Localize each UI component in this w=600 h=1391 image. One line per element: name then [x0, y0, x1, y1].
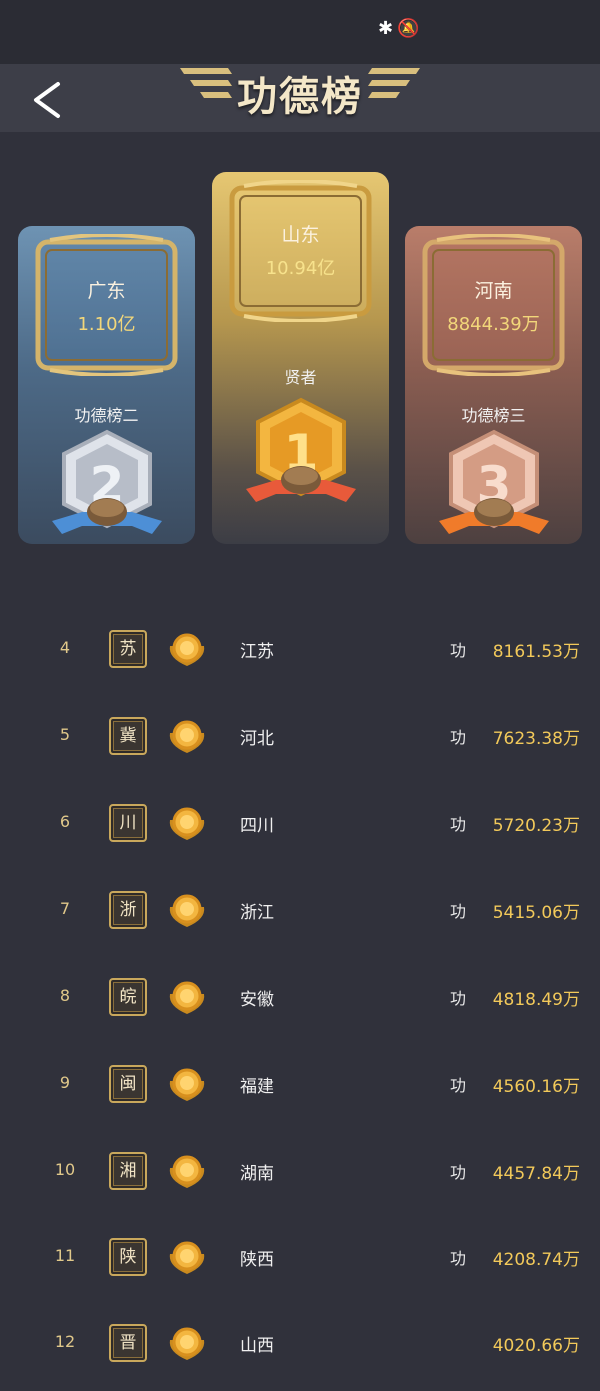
rank-number: 10	[54, 1160, 76, 1179]
rank-number: 8	[59, 986, 71, 1005]
list-item[interactable]: 6 川 四川 功 5720.23万	[0, 794, 600, 854]
merit-amount: 5415.06万	[492, 903, 580, 923]
merit-label: 功	[450, 815, 467, 834]
rank-number: 12	[54, 1332, 76, 1351]
merit-amount: 4208.74万	[492, 1250, 580, 1270]
list-item[interactable]: 4 苏 江苏 功 8161.53万	[0, 620, 600, 680]
gold-medal-icon	[169, 1155, 205, 1188]
merit-amount: 4020.66万	[492, 1336, 580, 1356]
list-item[interactable]: 10 湘 湖南 功 4457.84万	[0, 1142, 600, 1202]
province-name: 河北	[240, 729, 274, 749]
province-name: 河南	[474, 280, 513, 302]
podium-second[interactable]: 广东 1.10亿 功德榜二 2	[18, 226, 195, 544]
merit-label: 功	[450, 1249, 467, 1268]
rank-number: 4	[59, 638, 71, 657]
list-item[interactable]: 5 冀 河北 功 7623.38万	[0, 707, 600, 767]
page-title: 功德榜	[237, 74, 363, 120]
province-seal-icon: 晋	[109, 1324, 147, 1362]
rank-1-badge-icon: 1	[246, 397, 356, 502]
rank-2-badge-icon: 2	[52, 429, 162, 534]
ornate-frame	[35, 234, 178, 376]
merit-label: 功	[450, 641, 467, 660]
merit-amount: 7623.38万	[492, 729, 580, 749]
gold-medal-icon	[169, 807, 205, 840]
merit-amount: 8161.53万	[492, 642, 580, 662]
merit-label: 功	[450, 1076, 467, 1095]
rank-label: 贤者	[284, 368, 317, 387]
rank-number: 9	[59, 1073, 71, 1092]
merit-amount: 4818.49万	[492, 990, 580, 1010]
merit-amount: 4560.16万	[492, 1077, 580, 1097]
gold-medal-icon	[169, 981, 205, 1014]
province-seal-icon: 冀	[109, 717, 147, 755]
rank-number: 5	[59, 725, 71, 744]
merit-label: 功	[450, 989, 467, 1008]
province-seal-icon: 皖	[109, 978, 147, 1016]
province-name: 陕西	[240, 1250, 274, 1270]
merit-value: 1.10亿	[77, 314, 136, 335]
list-item[interactable]: 7 浙 浙江 功 5415.06万	[0, 881, 600, 941]
province-name: 浙江	[240, 903, 274, 923]
ornate-frame	[422, 234, 565, 376]
merit-amount: 4457.84万	[492, 1164, 580, 1184]
province-seal-icon: 川	[109, 804, 147, 842]
list-item[interactable]: 11 陕 陕西 功 4208.74万	[0, 1228, 600, 1288]
rank-3-badge-icon: 3	[439, 429, 549, 534]
merit-label: 功	[450, 728, 467, 747]
chevron-left-icon[interactable]	[30, 80, 70, 120]
ornate-frame	[229, 180, 372, 322]
gold-medal-icon	[169, 720, 205, 753]
province-name: 安徽	[240, 990, 274, 1010]
province-name: 江苏	[240, 642, 274, 662]
list-item[interactable]: 12 晋 山西 4020.66万	[0, 1314, 600, 1374]
status-icons: ✱🔕	[378, 18, 424, 39]
province-seal-icon: 湘	[109, 1152, 147, 1190]
gold-medal-icon	[169, 894, 205, 927]
province-name: 福建	[240, 1077, 274, 1097]
province-name: 四川	[240, 816, 274, 836]
gold-medal-icon	[169, 1327, 205, 1360]
rank-number: 7	[59, 899, 71, 918]
gold-medal-icon	[169, 1241, 205, 1274]
province-name: 湖南	[240, 1164, 274, 1184]
podium-first[interactable]: 山东 10.94亿 贤者 1	[212, 172, 389, 544]
province-seal-icon: 闽	[109, 1065, 147, 1103]
status-bar: ✱🔕	[0, 0, 600, 64]
province-name: 山东	[281, 224, 320, 246]
rank-label: 功德榜三	[461, 406, 526, 425]
merit-label: 功	[450, 1163, 467, 1182]
merit-label: 功	[450, 902, 467, 921]
gold-medal-icon	[169, 633, 205, 666]
rank-label: 功德榜二	[74, 406, 139, 425]
list-item[interactable]: 9 闽 福建 功 4560.16万	[0, 1055, 600, 1115]
podium-third[interactable]: 河南 8844.39万 功德榜三 3	[405, 226, 582, 544]
merit-value: 10.94亿	[265, 258, 336, 279]
province-seal-icon: 苏	[109, 630, 147, 668]
merit-value: 8844.39万	[447, 314, 540, 335]
merit-amount: 5720.23万	[492, 816, 580, 836]
province-seal-icon: 浙	[109, 891, 147, 929]
gold-medal-icon	[169, 1068, 205, 1101]
rank-number: 6	[59, 812, 71, 831]
province-seal-icon: 陕	[109, 1238, 147, 1276]
list-item[interactable]: 8 皖 安徽 功 4818.49万	[0, 968, 600, 1028]
rank-number: 11	[54, 1246, 76, 1265]
province-name: 山西	[240, 1336, 274, 1356]
province-name: 广东	[87, 280, 126, 302]
page-title-banner: 功德榜	[180, 60, 420, 120]
